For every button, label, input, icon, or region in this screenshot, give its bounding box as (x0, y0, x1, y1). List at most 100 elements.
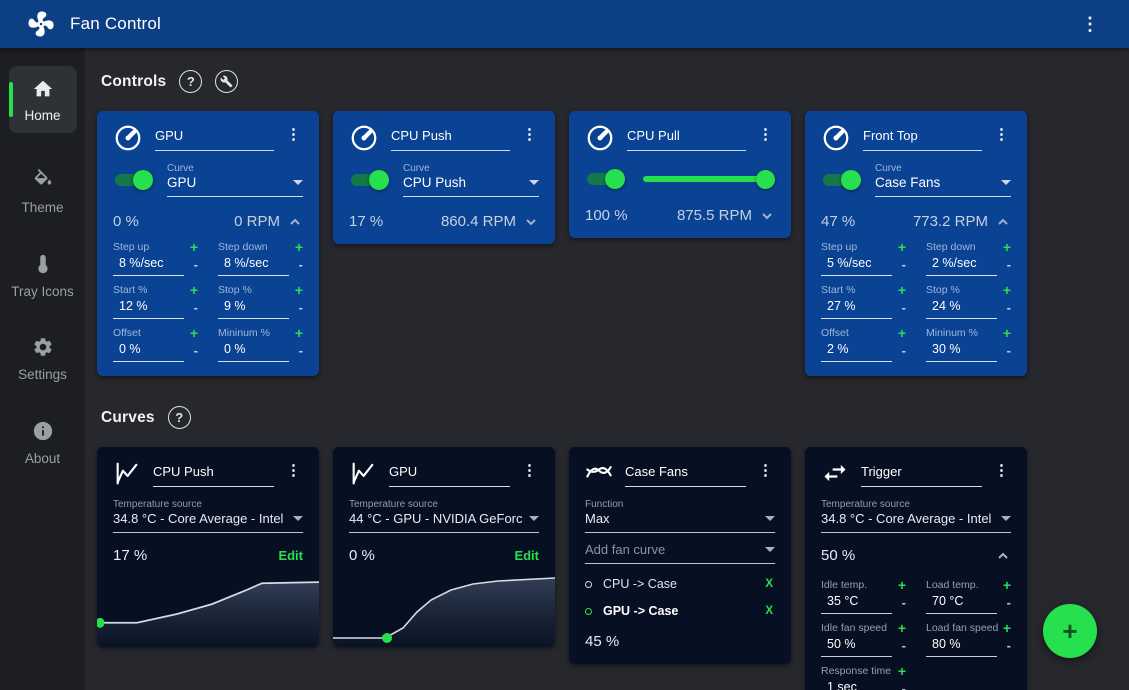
field-value[interactable]: 27 % (821, 299, 892, 319)
decrement-icon[interactable]: - (892, 596, 906, 614)
control-name-field[interactable]: GPU (155, 123, 274, 151)
control-name-field[interactable]: CPU Pull (627, 123, 746, 151)
increment-icon[interactable]: + (190, 240, 198, 254)
control-name-field[interactable]: CPU Push (391, 123, 510, 151)
decrement-icon[interactable]: - (997, 596, 1011, 614)
sidebar-item-settings[interactable]: Settings (4, 336, 82, 384)
field-value[interactable]: 2 % (821, 342, 892, 362)
current-point-dot[interactable] (382, 633, 392, 643)
decrement-icon[interactable]: - (184, 344, 198, 362)
enable-toggle[interactable] (585, 169, 625, 189)
manual-speed-slider[interactable] (643, 169, 775, 189)
decrement-icon[interactable]: - (997, 258, 1011, 276)
sidebar-item-theme[interactable]: Theme (4, 169, 82, 217)
collapse-chevron-icon[interactable] (287, 214, 303, 230)
curve-name-field[interactable]: Case Fans (625, 459, 746, 487)
card-menu-icon[interactable]: ⋮ (520, 459, 539, 482)
temperature-source-select[interactable]: Temperature source 34.8 °C - Core Averag… (821, 499, 1011, 533)
decrement-icon[interactable]: - (997, 639, 1011, 657)
edit-curve-button[interactable]: Edit (278, 548, 303, 563)
collapse-chevron-icon[interactable] (995, 214, 1011, 230)
increment-icon[interactable]: + (1003, 621, 1011, 635)
curve-name-field[interactable]: GPU (389, 459, 510, 487)
field-value[interactable]: 0 % (218, 342, 289, 362)
decrement-icon[interactable]: - (289, 344, 303, 362)
decrement-icon[interactable]: - (184, 258, 198, 276)
decrement-icon[interactable]: - (997, 344, 1011, 362)
temperature-source-select[interactable]: Temperature source 44 °C - GPU - NVIDIA … (349, 499, 539, 533)
card-menu-icon[interactable]: ⋮ (520, 123, 539, 146)
function-select[interactable]: Function Max (585, 499, 775, 533)
card-menu-icon[interactable]: ⋮ (992, 459, 1011, 482)
sidebar-item-about[interactable]: About (4, 420, 82, 468)
enable-toggle[interactable] (349, 170, 389, 190)
curve-select[interactable]: Curve Case Fans (875, 163, 1011, 197)
remove-curve-button[interactable]: X (763, 578, 775, 590)
remove-curve-button[interactable]: X (763, 605, 775, 617)
increment-icon[interactable]: + (898, 240, 906, 254)
card-menu-icon[interactable]: ⋮ (756, 459, 775, 482)
curve-name-field[interactable]: Trigger (861, 459, 982, 487)
edit-curve-button[interactable]: Edit (514, 548, 539, 563)
field-value[interactable]: 1 sec (821, 680, 892, 690)
increment-icon[interactable]: + (295, 240, 303, 254)
increment-icon[interactable]: + (1003, 283, 1011, 297)
sidebar-item-home[interactable]: Home (9, 66, 77, 133)
temperature-source-select[interactable]: Temperature source 34.8 °C - Core Averag… (113, 499, 303, 533)
decrement-icon[interactable]: - (892, 682, 906, 690)
increment-icon[interactable]: + (898, 326, 906, 340)
decrement-icon[interactable]: - (997, 301, 1011, 319)
field-value[interactable]: 8 %/sec (218, 256, 289, 276)
control-name-field[interactable]: Front Top (863, 123, 982, 151)
decrement-icon[interactable]: - (892, 344, 906, 362)
increment-icon[interactable]: + (898, 621, 906, 635)
decrement-icon[interactable]: - (289, 301, 303, 319)
enable-toggle[interactable] (113, 170, 153, 190)
expand-chevron-icon[interactable] (759, 208, 775, 224)
field-value[interactable]: 12 % (113, 299, 184, 319)
decrement-icon[interactable]: - (892, 301, 906, 319)
controls-wrench-icon[interactable] (215, 70, 238, 93)
field-value[interactable]: 9 % (218, 299, 289, 319)
increment-icon[interactable]: + (190, 283, 198, 297)
curve-select[interactable]: Curve GPU (167, 163, 303, 197)
field-value[interactable]: 24 % (926, 299, 997, 319)
increment-icon[interactable]: + (898, 578, 906, 592)
card-menu-icon[interactable]: ⋮ (284, 123, 303, 146)
increment-icon[interactable]: + (1003, 326, 1011, 340)
add-fan-curve-select[interactable]: Add fan curve (585, 542, 775, 564)
increment-icon[interactable]: + (1003, 240, 1011, 254)
field-value[interactable]: 35 °C (821, 594, 892, 614)
controls-help-icon[interactable]: ? (179, 70, 202, 93)
field-value[interactable]: 0 % (113, 342, 184, 362)
field-value[interactable]: 30 % (926, 342, 997, 362)
sidebar-item-tray-icons[interactable]: Tray Icons (4, 253, 82, 301)
increment-icon[interactable]: + (295, 326, 303, 340)
appbar-menu-icon[interactable]: ⋮ (1075, 12, 1105, 37)
curves-help-icon[interactable]: ? (168, 406, 191, 429)
increment-icon[interactable]: + (295, 283, 303, 297)
field-value[interactable]: 70 °C (926, 594, 997, 614)
increment-icon[interactable]: + (898, 283, 906, 297)
add-button[interactable]: + (1043, 604, 1097, 658)
expand-chevron-icon[interactable] (523, 214, 539, 230)
card-menu-icon[interactable]: ⋮ (284, 459, 303, 482)
card-menu-icon[interactable]: ⋮ (992, 123, 1011, 146)
increment-icon[interactable]: + (190, 326, 198, 340)
curve-select[interactable]: Curve CPU Push (403, 163, 539, 197)
decrement-icon[interactable]: - (289, 258, 303, 276)
field-value[interactable]: 50 % (821, 637, 892, 657)
increment-icon[interactable]: + (898, 664, 906, 678)
collapse-chevron-icon[interactable] (995, 548, 1011, 564)
field-value[interactable]: 5 %/sec (821, 256, 892, 276)
decrement-icon[interactable]: - (892, 258, 906, 276)
decrement-icon[interactable]: - (184, 301, 198, 319)
curve-name-field[interactable]: CPU Push (153, 459, 274, 487)
increment-icon[interactable]: + (1003, 578, 1011, 592)
field-value[interactable]: 8 %/sec (113, 256, 184, 276)
decrement-icon[interactable]: - (892, 639, 906, 657)
field-value[interactable]: 2 %/sec (926, 256, 997, 276)
enable-toggle[interactable] (821, 170, 861, 190)
field-value[interactable]: 80 % (926, 637, 997, 657)
card-menu-icon[interactable]: ⋮ (756, 123, 775, 146)
